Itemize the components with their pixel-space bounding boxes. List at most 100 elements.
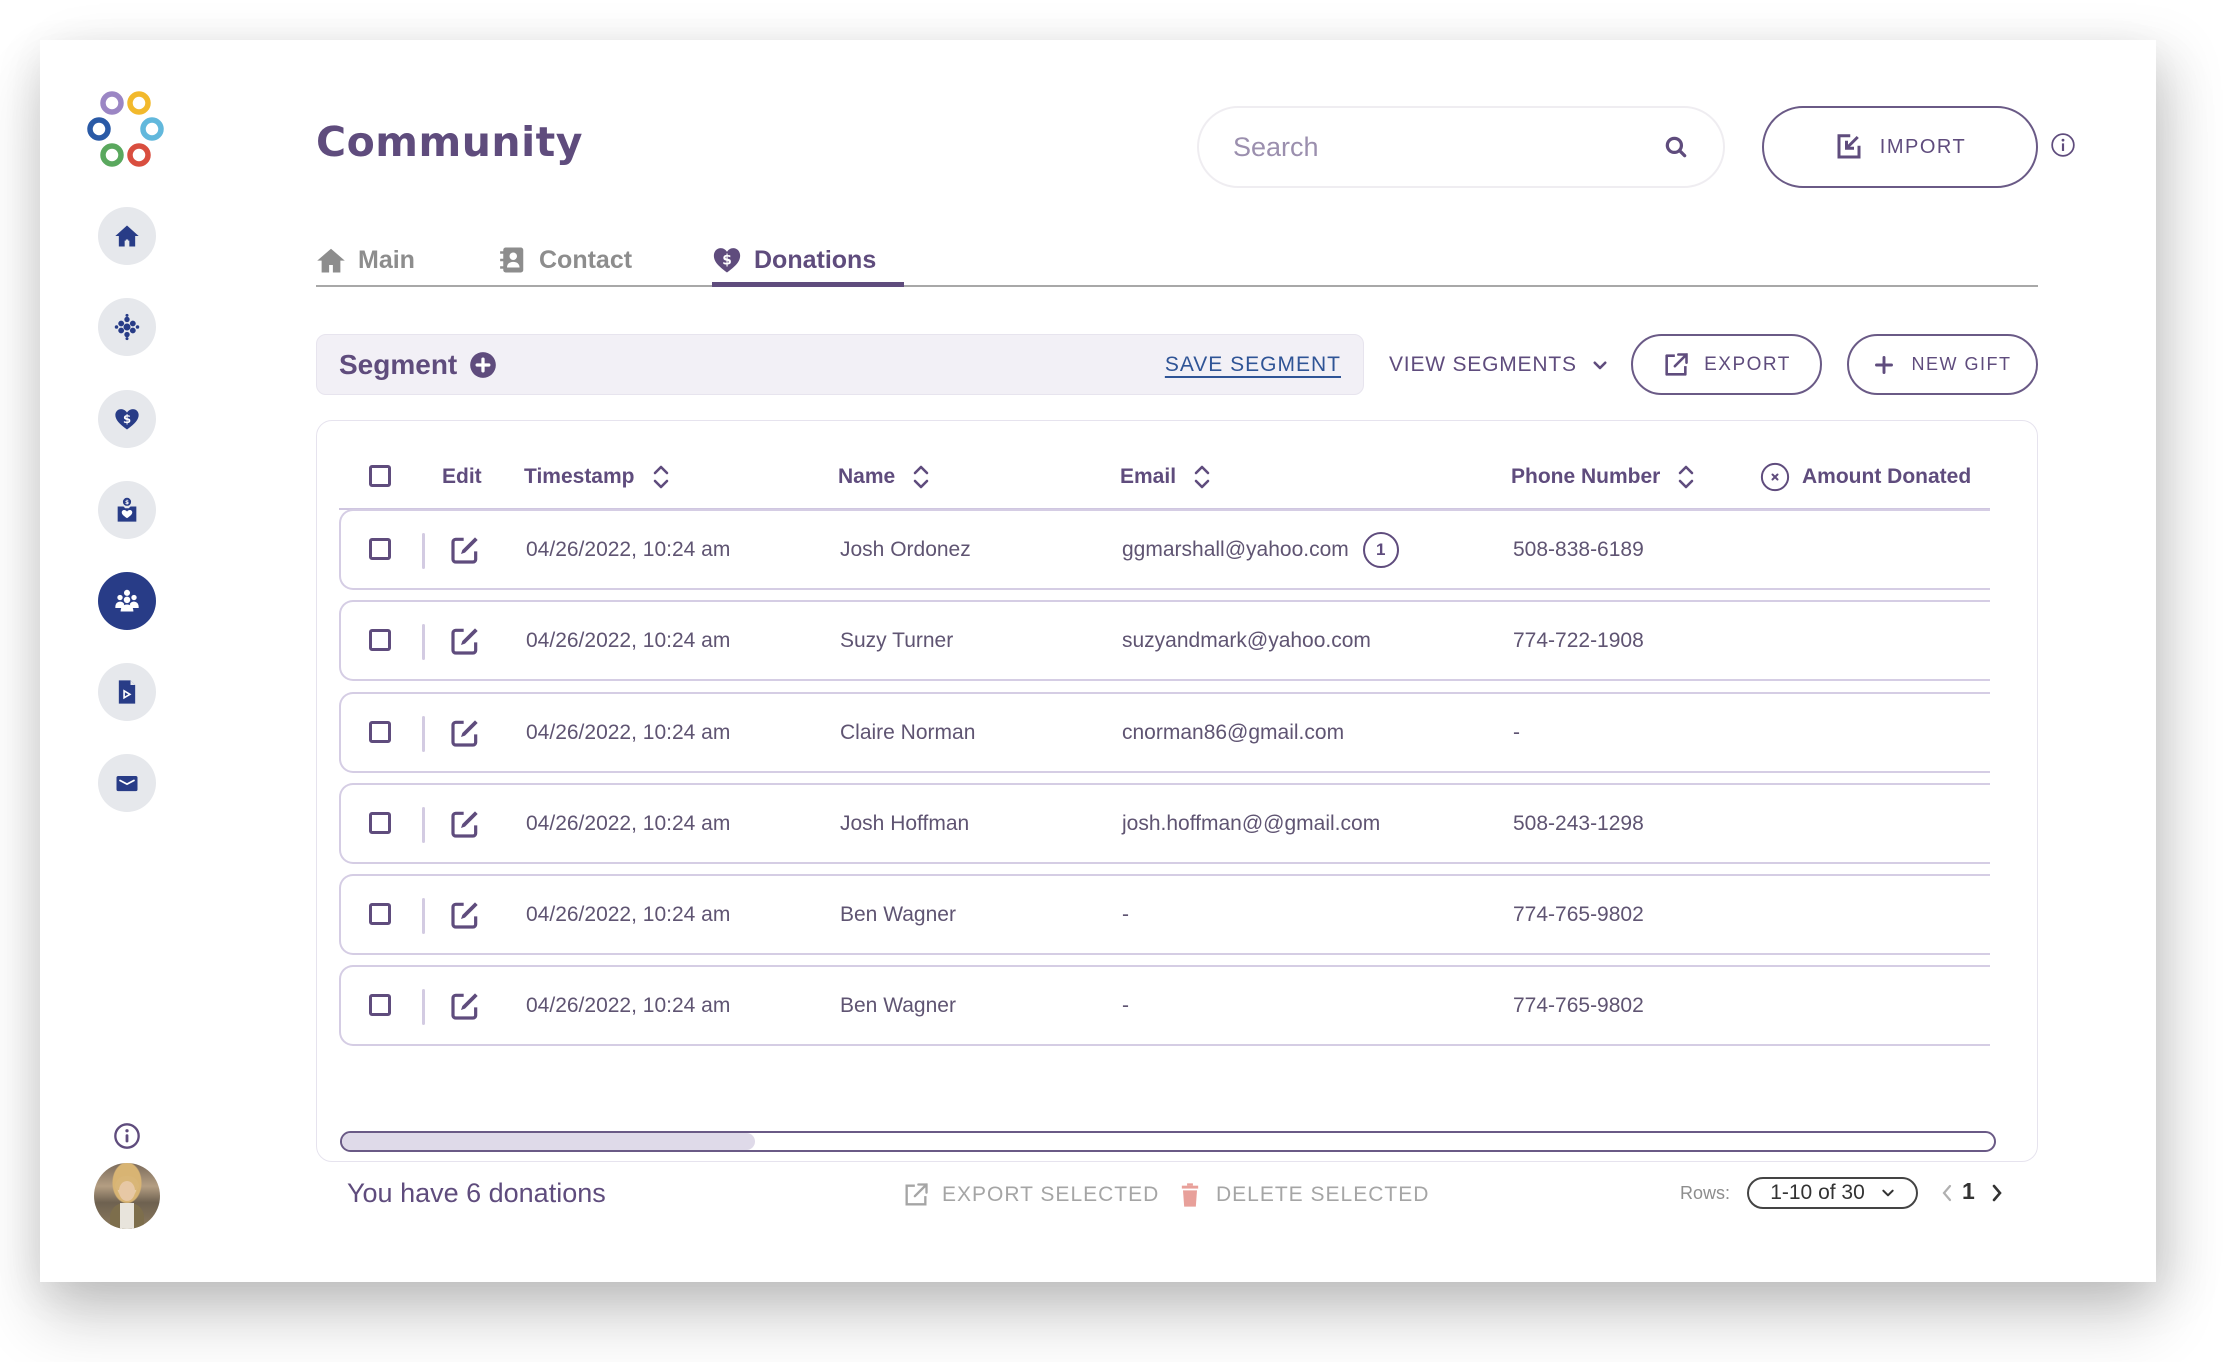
- export-selected-label: EXPORT SELECTED: [942, 1183, 1160, 1206]
- tab-donations[interactable]: $ Donations: [712, 240, 876, 280]
- cell-email: josh.hoffman@@gmail.com: [1122, 785, 1380, 862]
- row-checkbox[interactable]: [369, 721, 391, 743]
- search-icon[interactable]: [1663, 134, 1689, 160]
- sidebar-item-media[interactable]: [98, 663, 156, 721]
- plus-icon: [1874, 355, 1893, 374]
- row-divider: [422, 989, 425, 1025]
- import-label: IMPORT: [1879, 135, 1967, 158]
- sidebar-item-donations[interactable]: $: [98, 390, 156, 448]
- previous-page-button[interactable]: [1940, 1178, 1954, 1208]
- sidebar-item-home[interactable]: [98, 207, 156, 265]
- duplicate-count-badge[interactable]: 1: [1362, 531, 1399, 568]
- current-page[interactable]: 1: [1962, 1178, 1975, 1205]
- sidebar-item-network[interactable]: [98, 298, 156, 356]
- table-row[interactable]: 04/26/2022, 10:24 am Claire Norman cnorman…: [339, 692, 1990, 773]
- sort-icon[interactable]: [651, 462, 671, 492]
- cell-timestamp: 04/26/2022, 10:24 am: [526, 811, 731, 835]
- delete-selected-button[interactable]: DELETE SELECTED: [1176, 1180, 1429, 1210]
- sidebar-item-community[interactable]: [98, 572, 156, 630]
- active-tab-indicator: [712, 282, 904, 287]
- search-box[interactable]: [1197, 106, 1725, 188]
- info-icon[interactable]: [2050, 132, 2076, 158]
- import-button[interactable]: IMPORT: [1762, 106, 2038, 188]
- edit-icon[interactable]: [449, 899, 481, 931]
- table-row[interactable]: 04/26/2022, 10:24 am Josh Hoffman josh.hof…: [339, 783, 1990, 864]
- donation-count: You have 6 donations: [347, 1178, 606, 1208]
- cell-phone: 508-838-6189: [1513, 537, 1644, 561]
- sort-icon[interactable]: [1192, 462, 1212, 492]
- add-segment-icon[interactable]: [469, 351, 497, 379]
- column-header-phone[interactable]: Phone Number: [1511, 462, 1696, 492]
- table-row[interactable]: 04/26/2022, 10:24 am Josh Ordonez ggmarsha…: [339, 509, 1990, 590]
- cell-phone: 774-765-9802: [1513, 902, 1644, 926]
- page-title: Community: [316, 118, 583, 166]
- cell-timestamp: 04/26/2022, 10:24 am: [526, 628, 731, 652]
- tab-contact[interactable]: Contact: [497, 240, 632, 280]
- logo-ring: [100, 91, 124, 115]
- sidebar-item-fundraising[interactable]: $: [98, 481, 156, 539]
- donation-box-icon: $: [117, 497, 137, 522]
- save-segment-link[interactable]: SAVE SEGMENT: [1165, 353, 1341, 377]
- column-header-timestamp[interactable]: Timestamp: [524, 462, 671, 492]
- next-page-button[interactable]: [1990, 1178, 2004, 1208]
- info-icon[interactable]: [113, 1122, 141, 1150]
- rows-select-value: 1-10 of 30: [1770, 1181, 1865, 1204]
- remove-column-icon[interactable]: [1760, 462, 1790, 492]
- view-segments-dropdown[interactable]: VIEW SEGMENTS: [1389, 350, 1609, 380]
- delete-selected-label: DELETE SELECTED: [1216, 1183, 1430, 1206]
- horizontal-scrollbar[interactable]: [340, 1131, 1996, 1152]
- row-checkbox[interactable]: [369, 629, 391, 651]
- sidebar-item-mail[interactable]: [98, 754, 156, 812]
- export-selected-button[interactable]: EXPORT SELECTED: [902, 1180, 1159, 1210]
- row-divider: [422, 807, 425, 843]
- edit-icon[interactable]: [449, 717, 481, 749]
- row-checkbox[interactable]: [369, 994, 391, 1016]
- column-header-edit: Edit: [442, 462, 482, 492]
- email-text: -: [1122, 902, 1129, 926]
- row-checkbox[interactable]: [369, 538, 391, 560]
- cell-phone: -: [1513, 720, 1520, 744]
- heart-dollar-icon: $: [713, 248, 741, 273]
- chevron-left-icon: [1942, 1184, 1952, 1202]
- edit-icon[interactable]: [449, 534, 481, 566]
- table-row[interactable]: 04/26/2022, 10:24 am Ben Wagner - 774-765-9…: [339, 965, 1990, 1046]
- column-header-name[interactable]: Name: [838, 462, 931, 492]
- scrollbar-thumb[interactable]: [342, 1133, 755, 1150]
- chevron-down-icon: [1593, 361, 1607, 370]
- edit-icon[interactable]: [449, 808, 481, 840]
- column-label: Email: [1120, 465, 1177, 488]
- app-logo: [87, 91, 164, 167]
- row-divider: [422, 624, 425, 660]
- sort-icon[interactable]: [1676, 462, 1696, 492]
- edit-icon[interactable]: [449, 625, 481, 657]
- tab-label: Donations: [754, 245, 877, 274]
- cell-name: Claire Norman: [840, 720, 976, 744]
- search-input[interactable]: [1233, 131, 1663, 163]
- table-row[interactable]: 04/26/2022, 10:24 am Suzy Turner suzyandma…: [339, 600, 1990, 681]
- sort-icon[interactable]: [911, 462, 931, 492]
- row-checkbox[interactable]: [369, 812, 391, 834]
- user-avatar[interactable]: [94, 1163, 160, 1229]
- cell-phone: 774-765-9802: [1513, 993, 1644, 1017]
- logo-ring: [127, 91, 151, 115]
- email-text: suzyandmark@yahoo.com: [1122, 628, 1371, 652]
- cell-phone: 508-243-1298: [1513, 811, 1644, 835]
- segment-label: Segment: [339, 348, 458, 380]
- home-icon: [115, 225, 139, 247]
- new-gift-button[interactable]: NEW GIFT: [1847, 334, 2038, 395]
- select-all-checkbox[interactable]: [369, 465, 391, 487]
- segment-bar: Segment SAVE SEGMENT: [316, 334, 1364, 395]
- table-row[interactable]: 04/26/2022, 10:24 am Ben Wagner - 774-765-9…: [339, 874, 1990, 955]
- rows-per-page-select[interactable]: 1-10 of 30: [1747, 1177, 1918, 1209]
- column-label: Timestamp: [524, 465, 635, 488]
- export-button[interactable]: EXPORT: [1631, 334, 1822, 395]
- email-text: -: [1122, 993, 1129, 1017]
- export-label: EXPORT: [1704, 353, 1791, 375]
- tab-main[interactable]: Main: [316, 240, 415, 280]
- column-header-email[interactable]: Email: [1120, 462, 1212, 492]
- edit-icon[interactable]: [449, 990, 481, 1022]
- video-file-icon: [118, 680, 136, 704]
- cell-timestamp: 04/26/2022, 10:24 am: [526, 720, 731, 744]
- row-checkbox[interactable]: [369, 903, 391, 925]
- email-text: cnorman86@gmail.com: [1122, 720, 1345, 744]
